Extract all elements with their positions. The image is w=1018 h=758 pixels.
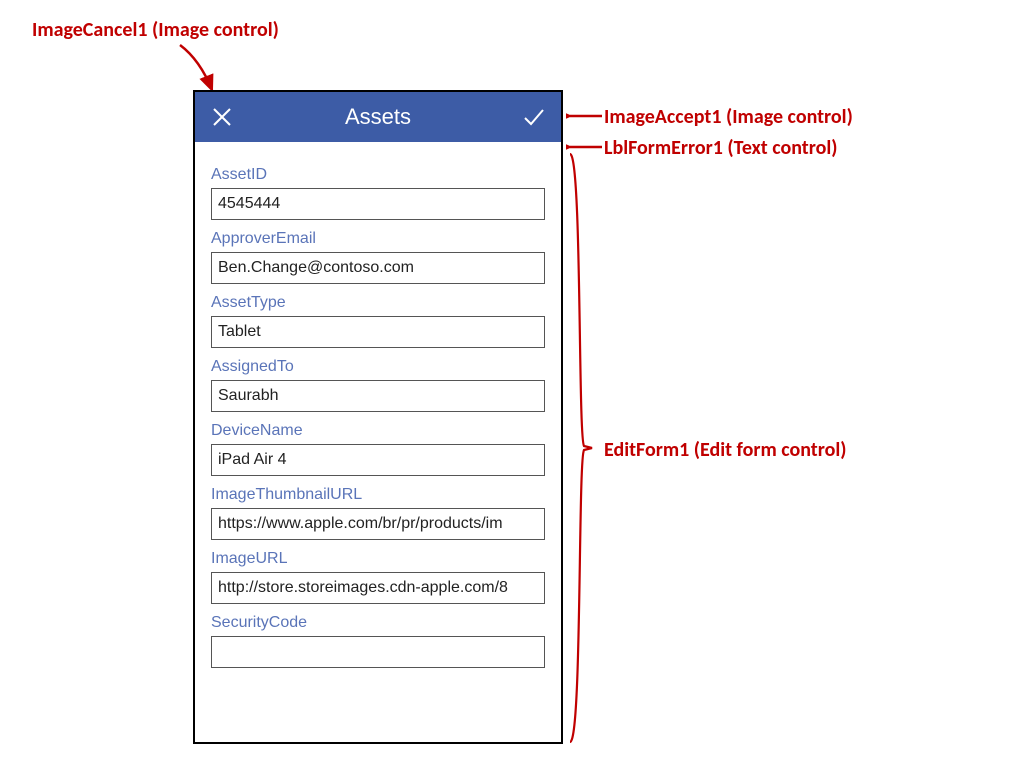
field-assignedto: AssignedTo	[211, 358, 545, 412]
field-approveremail: ApproverEmail	[211, 230, 545, 284]
annotation-editform: EditForm1 (Edit form control)	[604, 438, 847, 462]
cancel-button[interactable]	[205, 100, 239, 134]
field-imagethumbnailurl: ImageThumbnailURL	[211, 486, 545, 540]
brace-editform	[566, 150, 596, 746]
check-icon	[522, 106, 546, 128]
field-devicename: DeviceName	[211, 422, 545, 476]
assetid-input[interactable]	[211, 188, 545, 220]
devicename-input[interactable]	[211, 444, 545, 476]
edit-form: AssetID ApproverEmail AssetType Assigned…	[195, 148, 561, 682]
field-label: SecurityCode	[211, 614, 545, 632]
field-assetid: AssetID	[211, 166, 545, 220]
close-icon	[211, 106, 233, 128]
field-label: AssignedTo	[211, 358, 545, 376]
field-label: AssetID	[211, 166, 545, 184]
annotation-error-label: LblFormError1 (Text control)	[604, 136, 838, 160]
field-label: ApproverEmail	[211, 230, 545, 248]
title-bar: Assets	[195, 92, 561, 142]
field-label: AssetType	[211, 294, 545, 312]
page-title: Assets	[239, 104, 517, 130]
annotation-accept: ImageAccept1 (Image control)	[604, 105, 853, 129]
imagethumbnailurl-input[interactable]	[211, 508, 545, 540]
imageurl-input[interactable]	[211, 572, 545, 604]
field-label: DeviceName	[211, 422, 545, 440]
field-label: ImageURL	[211, 550, 545, 568]
approveremail-input[interactable]	[211, 252, 545, 284]
annotation-cancel: ImageCancel1 (Image control)	[32, 18, 279, 42]
assignedto-input[interactable]	[211, 380, 545, 412]
app-frame: Assets AssetID ApproverEmail AssetType	[193, 90, 563, 744]
arrow-accept	[566, 108, 606, 124]
accept-button[interactable]	[517, 100, 551, 134]
field-securitycode: SecurityCode	[211, 614, 545, 668]
field-label: ImageThumbnailURL	[211, 486, 545, 504]
field-assettype: AssetType	[211, 294, 545, 348]
field-imageurl: ImageURL	[211, 550, 545, 604]
assettype-input[interactable]	[211, 316, 545, 348]
securitycode-input[interactable]	[211, 636, 545, 668]
